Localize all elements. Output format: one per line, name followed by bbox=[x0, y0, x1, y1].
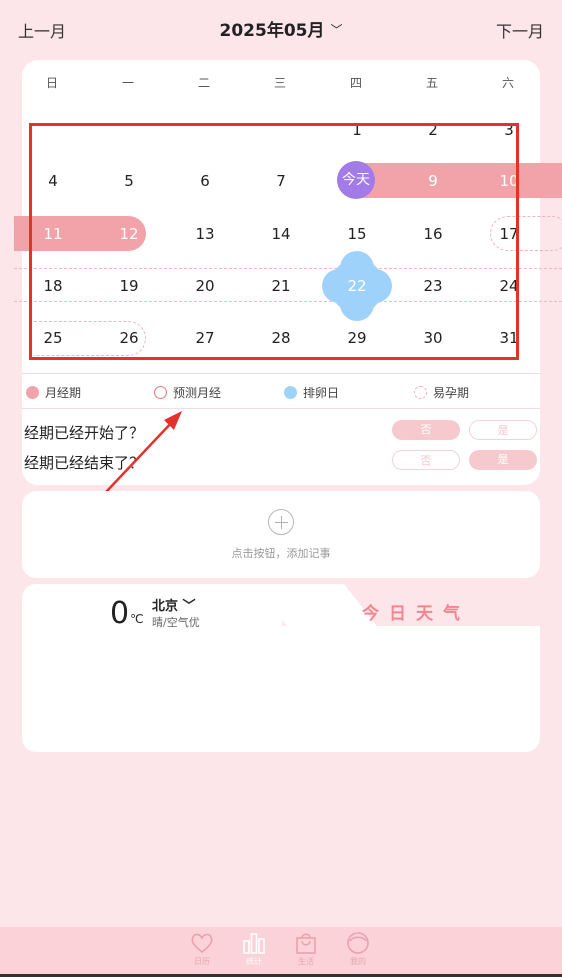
ovulation-flower-icon bbox=[284, 386, 297, 399]
period-started-yes-button[interactable]: 是 bbox=[469, 420, 537, 440]
period-ended-no-button[interactable]: 否 bbox=[392, 450, 460, 470]
tab-calendar[interactable]: 日历 bbox=[182, 931, 222, 971]
add-note-hint: 点击按钮，添加记事 bbox=[231, 547, 331, 560]
legend: 月经期 预测月经 排卵日 易孕期 bbox=[22, 373, 540, 409]
fertile-dashed-circle-icon bbox=[414, 386, 427, 399]
legend-predicted: 预测月经 bbox=[154, 384, 221, 401]
legend-period: 月经期 bbox=[26, 384, 81, 401]
highlight-box bbox=[29, 123, 519, 360]
tab-statistics[interactable]: 统计 bbox=[234, 931, 274, 971]
city-selector[interactable]: 北京 ﹀ bbox=[152, 595, 196, 614]
shopping-bag-icon bbox=[296, 933, 316, 954]
bar-chart-icon bbox=[243, 933, 265, 954]
weather-body bbox=[22, 626, 540, 752]
period-started-no-button[interactable]: 否 bbox=[392, 420, 460, 440]
period-ended-yes-button[interactable]: 是 bbox=[469, 450, 537, 470]
heart-icon bbox=[191, 933, 213, 954]
period-dot-icon bbox=[26, 386, 39, 399]
weather-condition: 晴/空气优 bbox=[152, 616, 200, 629]
temperature: 0℃ bbox=[110, 596, 144, 631]
weather-card: 0℃ 北京 ﹀ 晴/空气优 今日天气 bbox=[22, 584, 540, 752]
add-note-icon[interactable] bbox=[268, 509, 294, 535]
weather-title: 今日天气 bbox=[362, 604, 470, 624]
tab-life[interactable]: 生活 bbox=[286, 931, 326, 971]
avatar-icon bbox=[347, 932, 369, 954]
memo-card: 点击按钮，添加记事 bbox=[22, 491, 540, 578]
tab-profile[interactable]: 我的 bbox=[338, 931, 378, 971]
predicted-circle-icon bbox=[154, 386, 167, 399]
legend-ovulation: 排卵日 bbox=[284, 384, 339, 401]
legend-fertile: 易孕期 bbox=[414, 384, 469, 401]
chevron-down-icon: ﹀ bbox=[182, 599, 196, 614]
bottom-tab-bar: 日历 统计 生活 我的 bbox=[0, 927, 562, 977]
